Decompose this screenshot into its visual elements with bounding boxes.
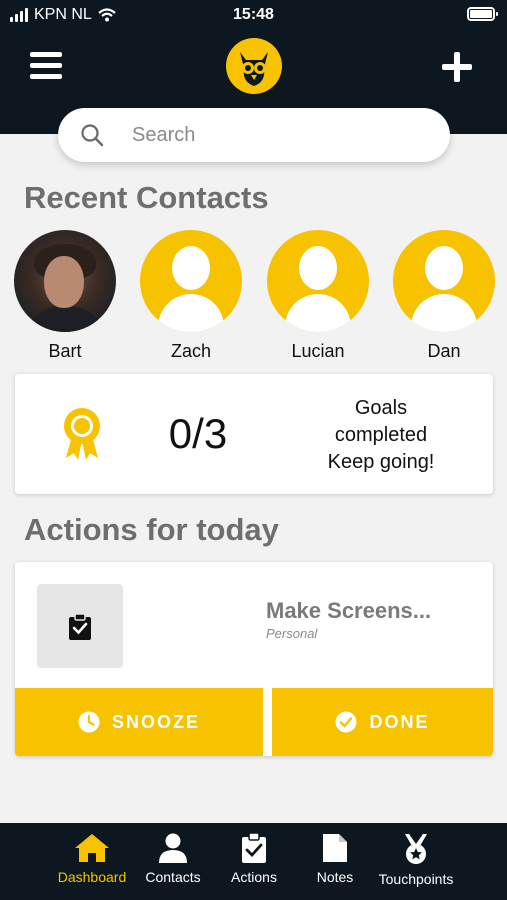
- clock-icon: [78, 711, 100, 733]
- check-circle-icon: [335, 711, 357, 733]
- person-icon: [159, 833, 187, 863]
- menu-button[interactable]: [30, 52, 62, 80]
- search-bar[interactable]: Search: [58, 108, 450, 162]
- goals-count: 0/3: [168, 410, 228, 457]
- tab-label: Contacts: [145, 869, 201, 885]
- home-icon: [75, 834, 109, 862]
- search-icon: [81, 124, 104, 147]
- status-bar: KPN NL 15:48: [0, 0, 507, 32]
- status-time: 15:48: [233, 6, 274, 23]
- tab-dashboard[interactable]: Dashboard: [56, 833, 128, 885]
- snooze-button[interactable]: SNOOZE: [15, 688, 263, 756]
- tab-touchpoints[interactable]: Touchpoints: [374, 833, 458, 887]
- action-thumbnail: [37, 584, 123, 668]
- bottom-tab-bar: Dashboard Contacts Actions Notes Touchpo…: [0, 823, 507, 900]
- action-card[interactable]: Make Screens... Personal SNOOZE DONE: [15, 562, 493, 756]
- recent-contacts-title: Recent Contacts: [24, 180, 269, 215]
- tab-actions[interactable]: Actions: [226, 833, 282, 885]
- avatar-placeholder-icon: [140, 230, 242, 332]
- clipboard-check-icon: [69, 614, 91, 640]
- contact-dan[interactable]: Dan: [393, 230, 495, 362]
- contact-zach[interactable]: Zach: [140, 230, 242, 362]
- tab-notes[interactable]: Notes: [312, 833, 358, 885]
- tab-label: Dashboard: [57, 869, 127, 885]
- avatar-placeholder-icon: [393, 230, 495, 332]
- snooze-label: SNOOZE: [111, 711, 200, 732]
- award-ribbon-icon: [64, 408, 100, 460]
- medal-icon: [405, 834, 427, 864]
- contact-name: Lucian: [291, 341, 345, 361]
- add-button[interactable]: [442, 52, 472, 82]
- goals-status-text: Goals completed Keep going!: [300, 395, 462, 476]
- contact-bart[interactable]: Bart: [14, 230, 116, 362]
- action-title: Make Screens...: [266, 598, 432, 623]
- action-category: Personal: [266, 626, 318, 641]
- avatar: [14, 230, 116, 332]
- goals-line-2: completed: [334, 424, 428, 446]
- tab-contacts[interactable]: Contacts: [142, 833, 204, 885]
- goals-line-1: Goals: [354, 397, 408, 419]
- contact-name: Bart: [48, 341, 82, 361]
- done-label: DONE: [369, 711, 430, 732]
- avatar-placeholder-icon: [267, 230, 369, 332]
- search-input[interactable]: Search: [132, 124, 195, 147]
- contact-name: Zach: [170, 341, 212, 361]
- goals-line-3: Keep going!: [327, 451, 435, 473]
- battery-icon: [467, 7, 498, 21]
- contact-name: Dan: [427, 341, 461, 361]
- tab-label: Touchpoints: [378, 871, 454, 887]
- hamburger-icon: [30, 52, 62, 57]
- tab-label: Actions: [231, 869, 277, 885]
- tab-label: Notes: [316, 869, 354, 885]
- done-button[interactable]: DONE: [272, 688, 493, 756]
- owl-logo-icon: [226, 38, 282, 94]
- document-icon: [323, 834, 347, 862]
- actions-title: Actions for today: [24, 512, 279, 547]
- clipboard-check-icon: [242, 833, 266, 863]
- contact-lucian[interactable]: Lucian: [267, 230, 369, 362]
